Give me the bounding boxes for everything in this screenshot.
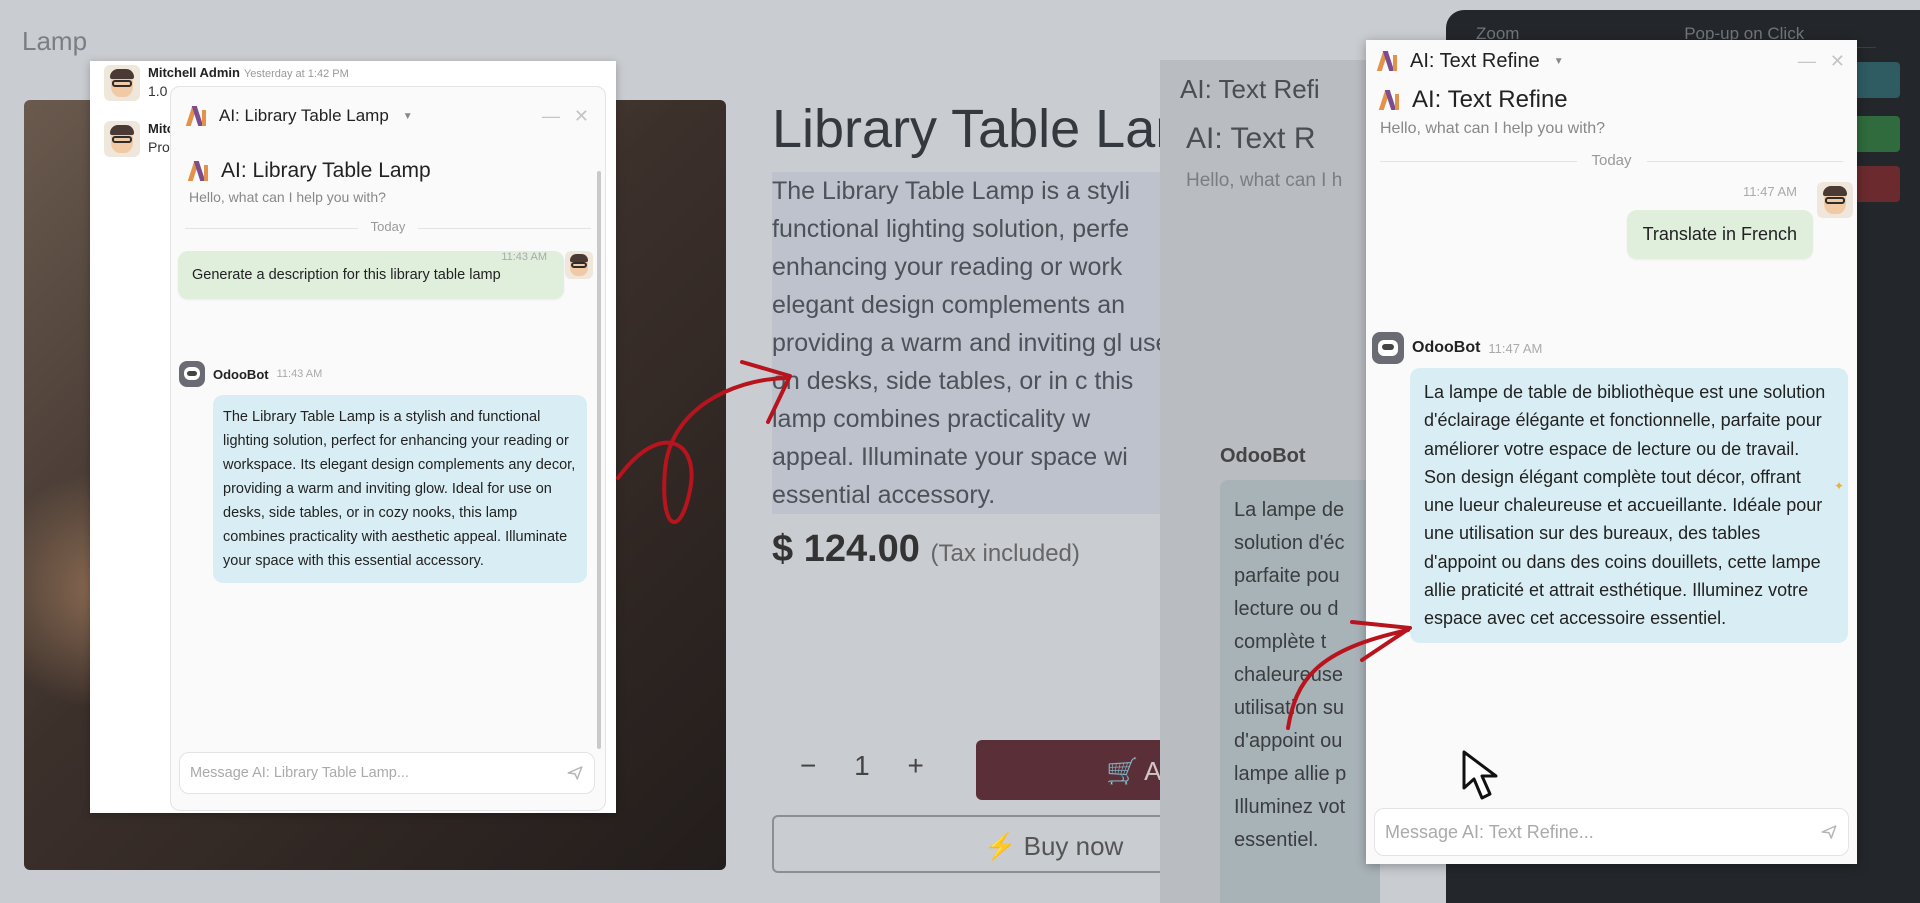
chatter-time: Yesterday at 1:42 PM (243, 68, 349, 80)
send-icon[interactable] (566, 764, 584, 782)
ai-logo-icon (1376, 51, 1400, 71)
chatter-message: Mitc Pro (104, 121, 174, 157)
price-value: $ 124.00 (772, 528, 920, 570)
chat-greeting: Hello, what can I help you with? (1380, 120, 1606, 137)
chat-header[interactable]: AI: Library Table Lamp ▼ — ✕ (171, 87, 605, 145)
message-input[interactable] (190, 765, 566, 781)
mouse-cursor-icon (1462, 750, 1498, 800)
product-title: Library Table Lam (772, 99, 1201, 159)
chat-header[interactable]: AI: Text Refine ▼ — ✕ (1366, 40, 1857, 82)
qty-plus-button[interactable]: + (908, 750, 924, 781)
product-description: The Library Table Lamp is a styli functi… (772, 172, 1172, 514)
odoobot-avatar (1372, 332, 1404, 364)
product-price: $ 124.00 (Tax included) (772, 528, 1080, 571)
ghost-chat-intro-title: AI: Text R (1186, 122, 1316, 155)
sparkle-icon: ✦ (1834, 479, 1845, 493)
message-time: 11:47 AM (1743, 184, 1797, 199)
message-input[interactable] (1385, 821, 1820, 843)
ai-logo-icon (187, 161, 211, 181)
avatar (104, 121, 140, 157)
ghost-bot-bubble: La lampe de solution d'éc parfaite pou l… (1220, 480, 1380, 903)
bot-message-text: La lampe de table de bibliothèque est un… (1424, 382, 1826, 629)
chat-intro-title: AI: Library Table Lamp (221, 159, 431, 182)
user-message-bubble: Translate in French (1626, 210, 1813, 259)
ghost-chat-title: AI: Text Refi (1180, 74, 1320, 104)
ai-chat-window-text-refine: AI: Text Refine ▼ — ✕ AI: Text Refine He… (1366, 40, 1857, 864)
background-chat-window: AI: Text Refi AI: Text R Hello, what can… (1160, 60, 1380, 903)
avatar (1817, 182, 1853, 218)
lightning-icon: ⚡ (984, 831, 1017, 861)
message-time: 11:43 AM (276, 368, 323, 380)
date-divider-label: Today (1576, 152, 1647, 169)
avatar (104, 65, 140, 101)
quantity-stepper[interactable]: − 1 + (800, 750, 924, 782)
scrollbar[interactable] (597, 171, 601, 749)
message-time: 11:43 AM (501, 251, 547, 263)
user-message: 11:43 AM Generate a description for this… (171, 251, 605, 299)
chatter-author: Mitchell Admin (148, 65, 240, 80)
bot-message-header: OdooBot 11:43 AM (179, 361, 605, 387)
bot-name: OdooBot (1412, 339, 1481, 356)
date-divider: Today (1380, 152, 1843, 170)
tax-note: (Tax included) (930, 540, 1080, 567)
ai-chat-window-library-lamp: AI: Library Table Lamp ▼ — ✕ AI: Library… (170, 86, 606, 811)
close-icon[interactable]: ✕ (1830, 51, 1845, 72)
message-time: 11:47 AM (1488, 340, 1543, 356)
chevron-down-icon[interactable]: ▼ (1554, 56, 1564, 67)
date-divider-label: Today (358, 219, 418, 234)
avatar (565, 251, 593, 279)
bot-message-header: OdooBot 11:47 AM (1372, 332, 1857, 364)
chat-title[interactable]: AI: Text Refine (1410, 50, 1540, 73)
chat-intro: AI: Text Refine Hello, what can I help y… (1366, 82, 1857, 138)
chat-greeting: Hello, what can I help you with? (189, 189, 386, 205)
bot-message-bubble: The Library Table Lamp is a stylish and … (213, 395, 587, 583)
bot-message-bubble: La lampe de table de bibliothèque est un… (1410, 368, 1848, 643)
user-message: 11:47 AM Translate in French (1366, 182, 1857, 282)
ai-logo-icon (185, 106, 209, 126)
chevron-down-icon[interactable]: ▼ (403, 111, 413, 122)
breadcrumb[interactable]: Lamp (22, 26, 87, 57)
odoobot-avatar (179, 361, 205, 387)
date-divider: Today (185, 219, 591, 237)
buy-now-label: Buy now (1023, 831, 1124, 861)
ai-logo-icon (1378, 90, 1402, 110)
message-composer (179, 752, 595, 794)
cart-icon: 🛒 (1106, 756, 1139, 786)
send-icon[interactable] (1820, 823, 1838, 841)
bot-name: OdooBot (213, 366, 269, 382)
qty-minus-button[interactable]: − (800, 750, 816, 781)
message-composer (1374, 808, 1849, 856)
buy-now-button[interactable]: ⚡ Buy now (772, 815, 1192, 873)
chat-title[interactable]: AI: Library Table Lamp (219, 106, 389, 126)
close-icon[interactable]: ✕ (574, 106, 589, 127)
minimize-icon[interactable]: — (1798, 51, 1816, 72)
ghost-chat-hello: Hello, what can I h (1186, 170, 1343, 191)
minimize-icon[interactable]: — (542, 106, 560, 127)
chat-intro-title: AI: Text Refine (1412, 86, 1568, 113)
qty-value[interactable]: 1 (854, 750, 870, 781)
chat-intro: AI: Library Table Lamp Hello, what can I… (171, 145, 605, 205)
ghost-bot-name: OdooBot (1220, 445, 1306, 467)
